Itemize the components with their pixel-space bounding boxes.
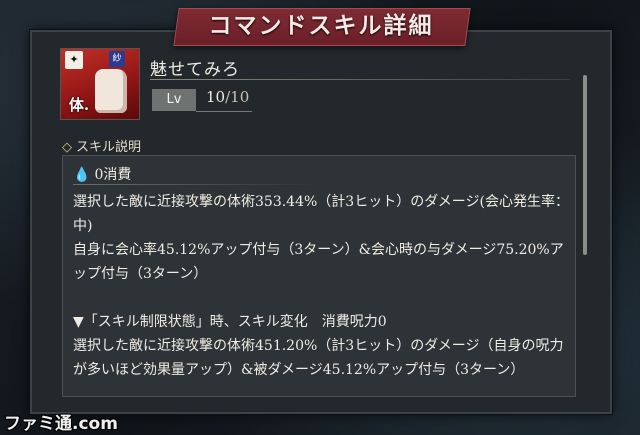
section-header: ◇ スキル説明 xyxy=(62,136,141,155)
description-box[interactable]: 💧 0消費 選択した敵に近接攻撃の体術353.44%（計3ヒット）のダメージ(会心… xyxy=(62,155,576,397)
level-current: 10 xyxy=(206,88,226,106)
section-title: スキル説明 xyxy=(76,140,142,155)
scrollbar[interactable] xyxy=(583,75,587,255)
divider xyxy=(196,111,252,112)
watermark-logo: ファミ通.com xyxy=(4,414,118,434)
description-text: 選択した敵に近接攻撃の体術353.44%（計3ヒット）のダメージ(会心発生率：中… xyxy=(73,194,569,378)
skill-attribute-badge: 体. xyxy=(68,96,90,114)
drop-icon: 💧 xyxy=(73,167,91,183)
level-value: 10/10 xyxy=(206,88,249,106)
fist-icon xyxy=(95,69,127,113)
divider xyxy=(73,184,323,185)
page-title: コマンドスキル詳細 xyxy=(208,12,434,39)
skill-tag-icon: 紗 xyxy=(109,51,125,67)
cost-row: 💧 0消費 xyxy=(73,164,131,184)
skill-type-icon: ✦ xyxy=(65,51,83,69)
level-label: Lv xyxy=(152,89,196,111)
diamond-icon: ◇ xyxy=(62,140,72,155)
divider xyxy=(150,79,570,80)
skill-name: 魅せてみろ xyxy=(150,60,240,80)
skill-icon: ✦ 紗 体. xyxy=(60,48,140,120)
cost-label: 0消費 xyxy=(94,167,132,183)
level-max: /10 xyxy=(225,88,250,106)
